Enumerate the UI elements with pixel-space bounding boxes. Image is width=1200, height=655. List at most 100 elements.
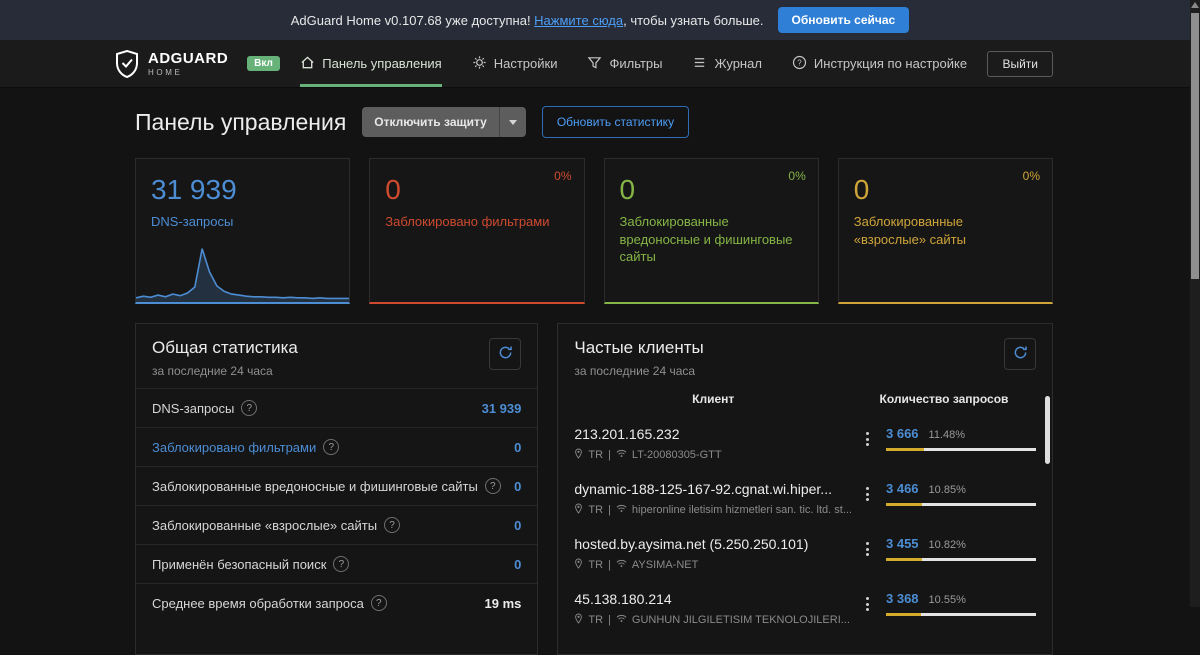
scrollbar-up-arrow-icon[interactable] [1191,2,1199,8]
meta-separator: | [608,614,611,626]
nav-item-setup-guide[interactable]: ? Инструкция по настройке [792,40,967,87]
nav-item-dashboard[interactable]: Панель управления [300,40,442,87]
window-scrollbar[interactable] [1190,0,1200,607]
client-meta: TR | AYSIMA-NET [574,558,852,572]
client-menu-kebab-icon[interactable] [858,430,876,448]
nav-item-query-log[interactable]: Журнал [692,40,762,87]
main-nav: Панель управления Настройки Фильтры Журн… [300,40,967,87]
logout-button[interactable]: Выйти [987,50,1053,77]
nav-item-filters[interactable]: Фильтры [587,40,662,87]
client-count: 3 455 [886,536,919,551]
meta-separator: | [608,504,611,516]
client-meta: TR | hiperonline iletisim hizmetleri san… [574,503,852,517]
brand-text: ADGUARD HOME [148,51,228,77]
blocked-adult-percent: 0% [1022,169,1040,183]
client-row: 45.138.180.214 TR | GUNHUN JILGILETISIM … [558,581,1052,636]
blocked-adult-value: 0 [853,174,870,205]
client-count: 3 368 [886,591,919,606]
page-head: Панель управления Отключить защиту Обнов… [135,106,1053,138]
stat-cards: 31 939 DNS-запросы 0% 0 Заблокировано фи… [135,158,1053,304]
stat-row-dns-queries: DNS-запросы? 31 939 [136,388,538,427]
meta-separator: | [608,449,611,461]
blocked-filters-percent: 0% [554,169,572,183]
client-country: TR [588,559,604,571]
protection-status-badge: Вкл [247,56,280,71]
lower-panels: Общая статистика за последние 24 часа DN… [135,323,1053,655]
update-now-button[interactable]: Обновить сейчас [777,7,910,33]
nav-label: Настройки [493,56,558,71]
dns-queries-label: DNS-запросы [151,214,234,229]
client-percent: 11.48% [928,429,966,441]
update-details-link[interactable]: Нажмите сюда [534,13,623,28]
window-scrollbar-thumb[interactable] [1191,13,1199,279]
location-pin-icon [574,613,583,627]
disable-protection-label: Отключить защиту [374,115,487,129]
refresh-statistics-button[interactable]: Обновить статистику [541,106,690,138]
client-usage-bar-fill [886,503,922,506]
client-stats: 3 466 10.85% [886,481,1036,506]
blocked-adult-label: Заблокированные «взрослые» сайты [853,214,966,247]
network-icon [616,449,627,461]
refresh-icon [1013,345,1028,363]
client-meta: TR | GUNHUN JILGILETISIM TEKNOLOJILERI..… [574,613,852,627]
dashboard-content: Панель управления Отключить защиту Обнов… [135,106,1053,655]
client-name: hosted.by.aysima.net (5.250.250.101) [574,536,809,552]
notification-text-prefix: AdGuard Home v0.107.68 уже доступна! [290,12,535,28]
network-icon [616,614,627,626]
client-percent: 10.55% [928,594,966,606]
stat-row-label: Заблокированные «взрослые» сайты [152,517,378,533]
help-icon[interactable]: ? [333,556,350,572]
nav-label: Инструкция по настройке [813,56,968,71]
client-count: 3 666 [886,426,919,441]
refresh-top-clients-button[interactable] [1004,338,1036,370]
client-usage-bar-fill [886,613,921,616]
top-clients-subtitle: за последние 24 часа [574,364,696,378]
client-menu-kebab-icon[interactable] [858,540,876,558]
clients-list-scrollbar-thumb[interactable] [1045,396,1050,464]
stat-card-blocked-adult: 0% 0 Заблокированные «взрослые» сайты [837,158,1053,304]
stat-row-label: Применён безопасный поиск [152,556,327,572]
client-info: hosted.by.aysima.net (5.250.250.101) TR … [574,536,852,572]
client-stats: 3 666 11.48% [886,426,1036,451]
disable-protection-button[interactable]: Отключить защиту [362,107,526,137]
stat-row-blocked-malware: Заблокированные вредоносные и фишинговые… [136,466,538,505]
general-statistics-title: Общая статистика [152,338,298,357]
help-icon[interactable]: ? [484,478,501,494]
client-meta: TR | LT-20080305-GTT [574,448,852,462]
chevron-down-icon [508,119,517,125]
stat-row-label: Среднее время обработки запроса [152,595,364,611]
stat-card-dns-queries: 31 939 DNS-запросы [135,158,351,304]
client-country: TR [588,614,604,626]
stat-row-safe-search: Применён безопасный поиск? 0 [136,544,538,583]
meta-separator: | [608,559,611,571]
general-statistics-panel: Общая статистика за последние 24 часа DN… [135,323,539,655]
location-pin-icon [574,448,583,462]
client-menu-kebab-icon[interactable] [858,485,876,503]
client-row: hosted.by.aysima.net (5.250.250.101) TR … [558,526,1052,581]
blocked-malware-value: 0 [619,174,636,205]
client-row: 213.201.165.232 TR | LT-20080305-GTT 3 6… [558,416,1052,471]
top-clients-head: Частые клиенты за последние 24 часа [558,324,1052,388]
help-icon[interactable]: ? [370,595,387,611]
help-icon: ? [792,55,807,73]
help-icon[interactable]: ? [241,400,258,416]
help-icon[interactable]: ? [323,439,340,455]
blocked-filters-label: Заблокировано фильтрами [385,214,550,229]
stat-row-blocked-adult: Заблокированные «взрослые» сайты? 0 [136,505,538,544]
general-statistics-subtitle: за последние 24 часа [152,364,273,378]
nav-item-settings[interactable]: Настройки [472,40,558,87]
client-info: dynamic-188-125-167-92.cgnat.wi.hiper...… [574,481,852,517]
client-percent: 10.82% [928,539,966,551]
stat-row-label-link[interactable]: Заблокировано фильтрами [152,440,316,455]
client-menu-kebab-icon[interactable] [858,595,876,613]
help-icon[interactable]: ? [384,517,401,533]
client-network: AYSIMA-NET [631,559,699,571]
disable-protection-caret[interactable] [498,107,526,137]
client-usage-bar [886,448,1036,451]
stat-row-value: 0 [514,556,522,572]
refresh-general-stats-button[interactable] [489,338,522,370]
stat-card-blocked-malware: 0% 0 Заблокированные вредоносные и фишин… [603,158,819,304]
refresh-icon [498,345,513,363]
stat-row-value: 0 [514,478,522,494]
brand-name: ADGUARD [148,49,229,67]
